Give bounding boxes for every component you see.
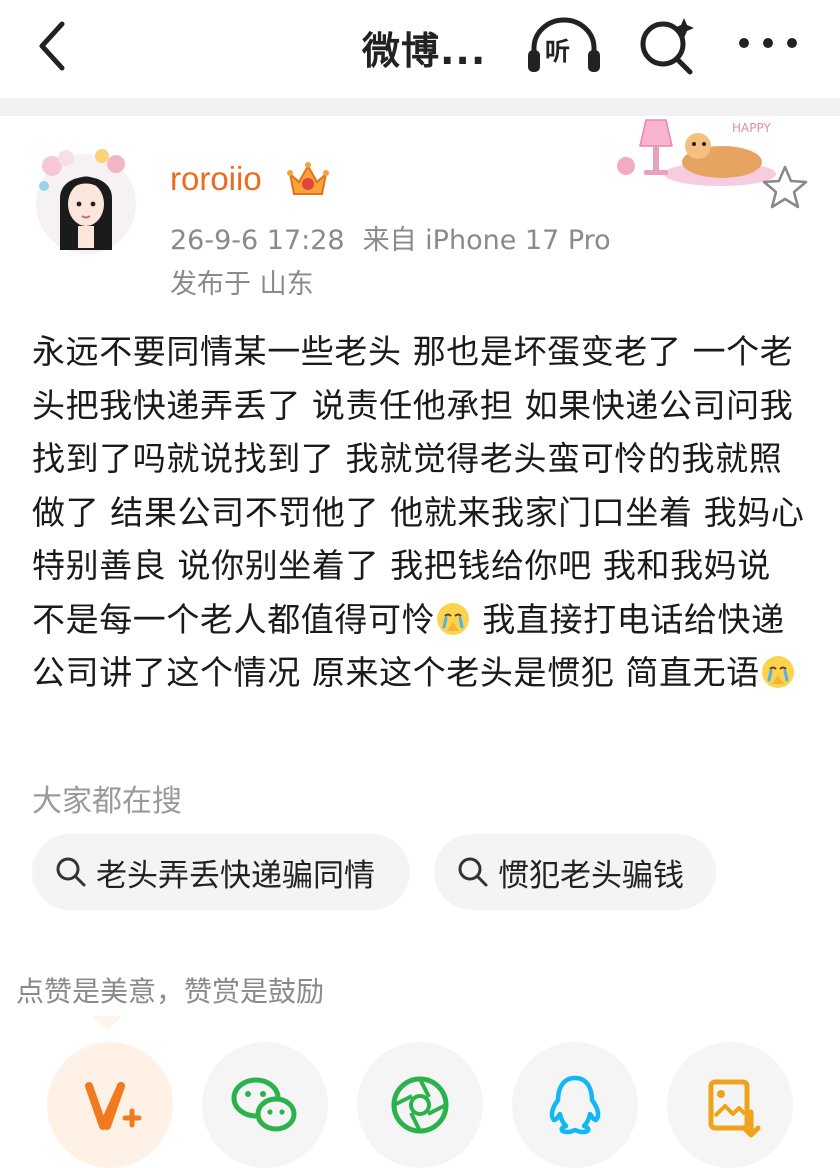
top-bar: 微博... 听 xyxy=(0,0,840,98)
trending-search-label: 大家都在搜 xyxy=(32,784,182,819)
post-source: 来自 iPhone 17 Pro xyxy=(362,225,611,256)
favorite-button[interactable] xyxy=(762,164,808,210)
more-dots-icon xyxy=(739,38,797,48)
search-chip[interactable]: 老头弄丢快递骗同情 xyxy=(32,834,410,910)
star-outline-icon xyxy=(762,165,808,209)
back-button[interactable] xyxy=(30,18,80,74)
share-wechat-button[interactable] xyxy=(202,1042,328,1168)
chevron-left-icon xyxy=(39,21,65,71)
moments-icon xyxy=(391,1076,449,1134)
search-sparkle-icon xyxy=(640,18,694,75)
search-chip[interactable]: 惯犯老头骗钱 xyxy=(434,834,716,910)
share-qq-button[interactable] xyxy=(512,1042,638,1168)
listen-label: 听 xyxy=(545,37,571,66)
wechat-icon xyxy=(231,1077,297,1132)
search-button[interactable] xyxy=(636,14,698,76)
search-chip-label: 惯犯老头骗钱 xyxy=(498,857,684,894)
avatar[interactable] xyxy=(34,142,138,256)
pray-cry-emoji xyxy=(761,656,794,688)
reward-button[interactable] xyxy=(47,1042,173,1168)
page-title: 微博... xyxy=(362,29,487,73)
post-timestamp: 26-9-6 17:28 xyxy=(170,225,345,256)
post-location: 发布于 山东 xyxy=(170,269,314,300)
sleeping-dog-lamp-icon: HAPPY xyxy=(617,119,776,186)
reward-icon xyxy=(85,1082,142,1130)
search-icon xyxy=(56,857,86,887)
avatar-girl-icon xyxy=(36,149,136,254)
svg-text:HAPPY: HAPPY xyxy=(732,121,771,135)
decoration-sticker: HAPPY xyxy=(610,112,780,190)
vip-crown-badge[interactable] xyxy=(286,160,330,200)
hint-pointer xyxy=(92,1016,122,1030)
qq-icon xyxy=(549,1075,601,1135)
post-meta: 26-9-6 17:28 来自 iPhone 17 Pro xyxy=(170,218,611,257)
pray-cry-emoji xyxy=(437,602,470,635)
author-name[interactable]: roroiio xyxy=(170,160,262,198)
post-text-part-1: 永远不要同情某一些老头 那也是坏蛋变老了 一个老头把我快递弄丢了 说责任他承担 … xyxy=(32,332,805,639)
post-body: 永远不要同情某一些老头 那也是坏蛋变老了 一个老头把我快递弄丢了 说责任他承担 … xyxy=(32,325,812,700)
save-image-icon xyxy=(708,1079,761,1138)
save-image-button[interactable] xyxy=(667,1042,793,1168)
more-button[interactable] xyxy=(736,26,800,60)
search-icon xyxy=(458,857,488,887)
search-chip-label: 老头弄丢快递骗同情 xyxy=(96,857,375,894)
reward-hint: 点赞是美意，赞赏是鼓励 xyxy=(16,975,325,1008)
share-moments-button[interactable] xyxy=(357,1042,483,1168)
crown-badge-icon xyxy=(287,162,329,195)
